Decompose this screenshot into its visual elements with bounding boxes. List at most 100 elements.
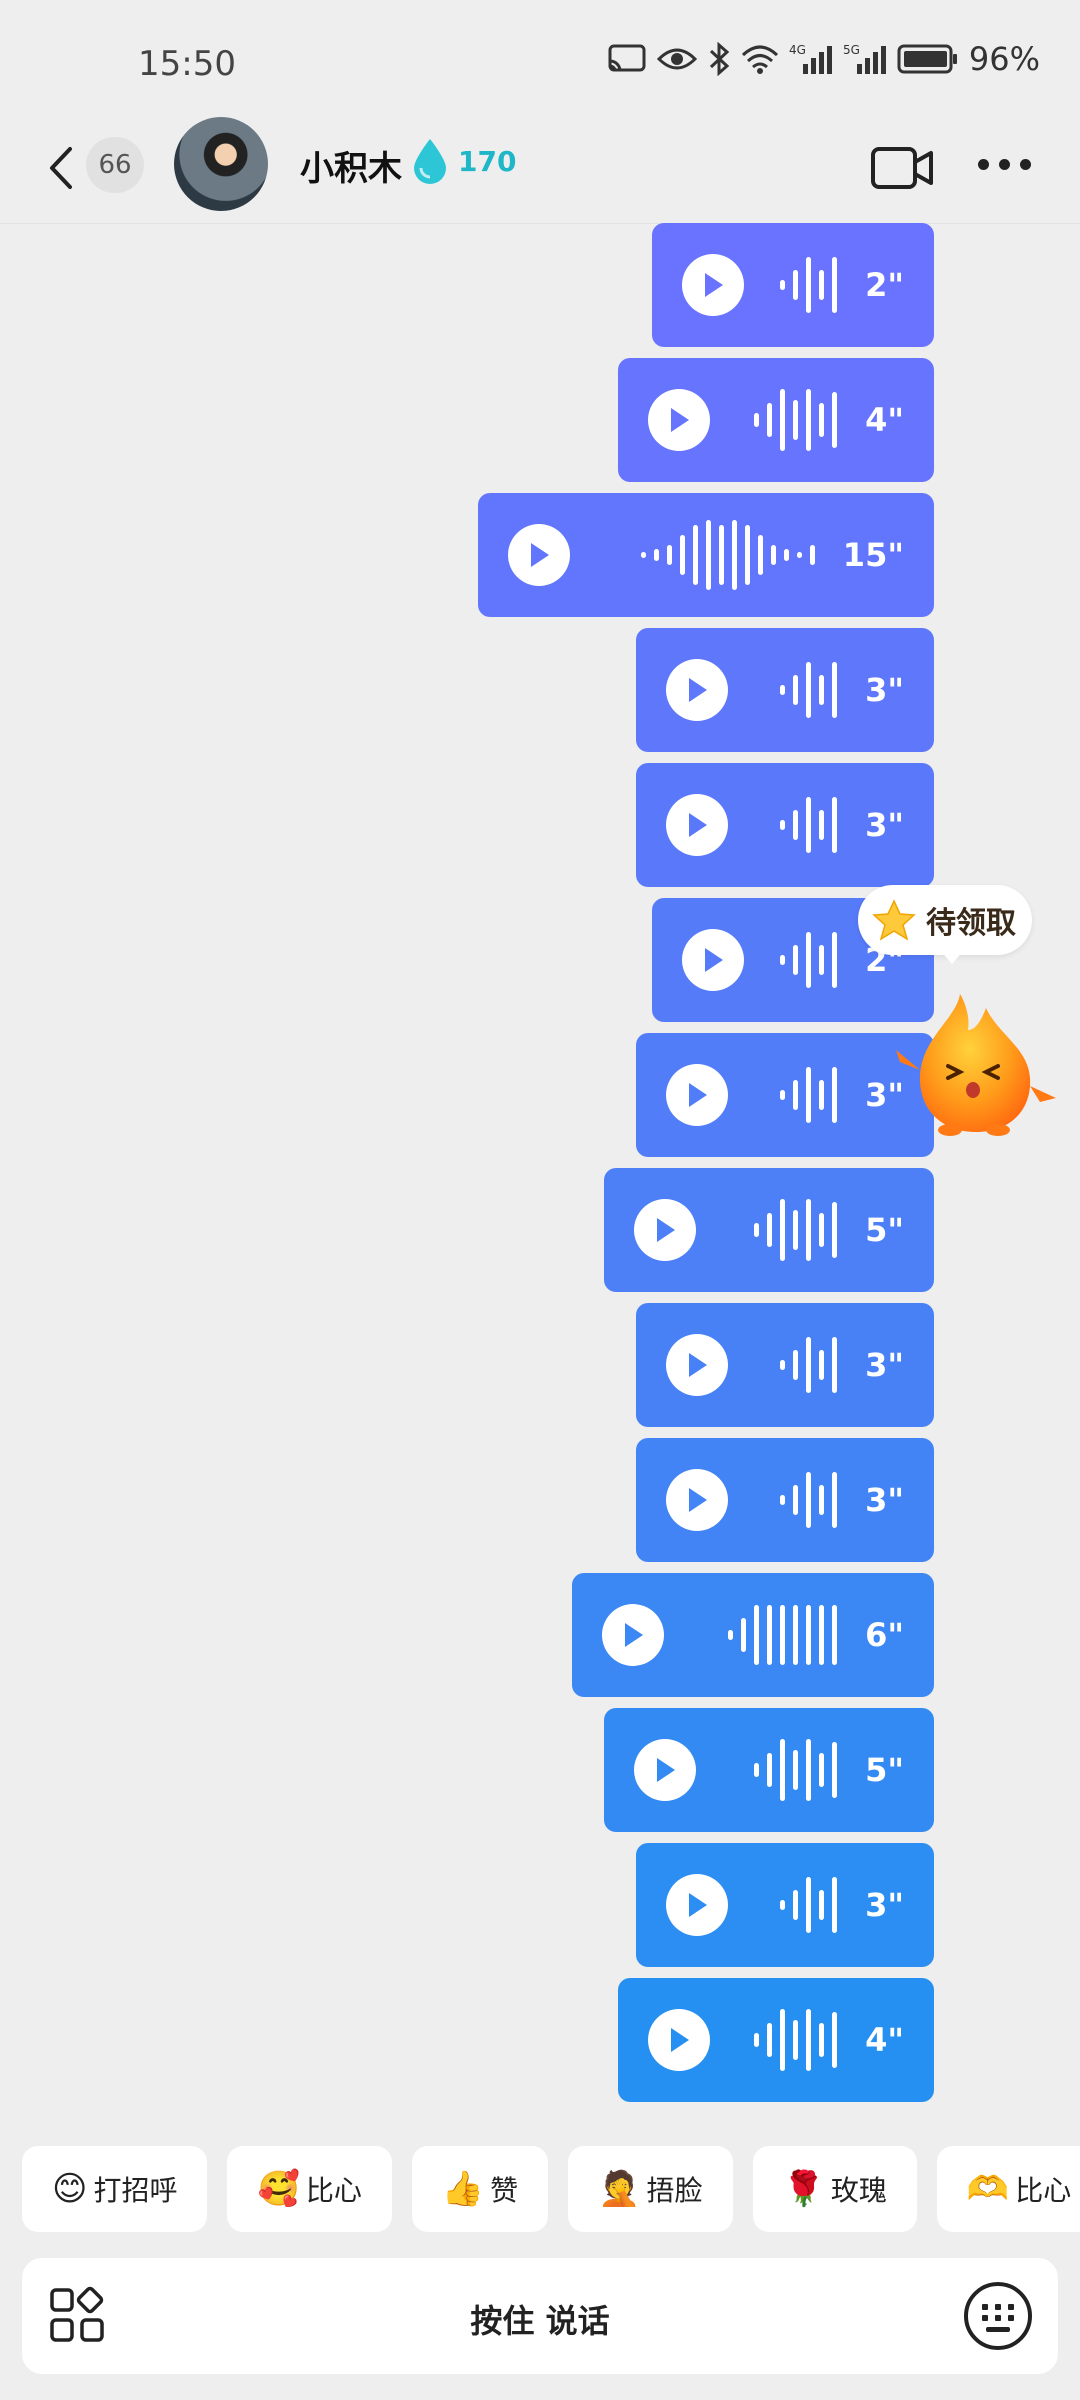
waveform xyxy=(780,797,838,853)
waveform-bar xyxy=(780,1090,786,1100)
play-button[interactable] xyxy=(634,1739,696,1801)
avatar[interactable] xyxy=(174,117,268,211)
waveform-bar xyxy=(767,1213,773,1247)
quick-reply-facepalm[interactable]: 🤦 捂脸 xyxy=(568,2146,733,2232)
quick-reply-label: 捂脸 xyxy=(646,2174,703,2207)
contact-name[interactable]: 小积木 xyxy=(300,141,402,190)
play-button[interactable] xyxy=(666,1874,728,1936)
waveform xyxy=(780,932,838,988)
play-button[interactable] xyxy=(682,929,744,991)
voice-message[interactable]: 4" xyxy=(618,1978,934,2102)
waveform-bar xyxy=(832,392,838,448)
voice-message[interactable]: 4" xyxy=(618,358,934,482)
voice-message[interactable]: 2" xyxy=(652,223,934,347)
waveform xyxy=(780,662,838,718)
play-button[interactable] xyxy=(648,389,710,451)
voice-message[interactable]: 3" xyxy=(636,628,934,752)
waveform-bar xyxy=(754,1223,760,1237)
voice-message[interactable]: 3" xyxy=(636,1843,934,1967)
play-button[interactable] xyxy=(508,524,570,586)
waveform-bar xyxy=(793,810,799,840)
emoji-icon: 🤦 xyxy=(598,2169,641,2209)
quick-reply-finger-heart[interactable]: 🫶 比心 xyxy=(936,2146,1080,2232)
play-button[interactable] xyxy=(666,1469,728,1531)
waveform-bar xyxy=(806,389,812,451)
voice-message[interactable]: 3" xyxy=(636,763,934,887)
waveform-bar xyxy=(819,1213,825,1247)
play-icon xyxy=(689,1353,707,1377)
play-icon xyxy=(625,1623,643,1647)
emoji-icon: 👍 xyxy=(441,2169,485,2209)
waveform-bar xyxy=(780,955,786,965)
waveform-bar xyxy=(832,1067,838,1123)
quick-reply-like[interactable]: 👍 赞 xyxy=(411,2146,549,2232)
waveform-bar xyxy=(741,1618,747,1652)
play-button[interactable] xyxy=(666,1334,728,1396)
voice-message[interactable]: 5" xyxy=(604,1708,934,1832)
waveform-bar xyxy=(780,1495,786,1505)
voice-duration: 4" xyxy=(865,401,904,439)
battery-icon xyxy=(897,43,959,75)
status-icons: 4G 5G 96% xyxy=(607,40,1040,78)
waveform-bar xyxy=(793,1485,799,1515)
input-bar: 按住 说话 xyxy=(22,2258,1058,2374)
emoji-icon: 🫶 xyxy=(966,2169,1010,2209)
waveform-bar xyxy=(793,1605,799,1665)
waveform-bar xyxy=(832,932,838,988)
bluetooth-icon xyxy=(707,42,731,76)
quick-reply-label: 比心 xyxy=(1015,2174,1072,2207)
unread-count-badge: 66 xyxy=(86,137,144,193)
waveform-bar xyxy=(767,2023,773,2057)
video-call-button[interactable] xyxy=(870,143,934,197)
emoji-icon: 🥰 xyxy=(257,2169,300,2209)
fire-mascot-icon[interactable] xyxy=(890,990,1060,1144)
waveform-bar xyxy=(806,932,812,988)
waveform-bar xyxy=(793,1350,799,1380)
waveform-bar xyxy=(767,1605,773,1665)
play-button[interactable] xyxy=(666,1064,728,1126)
voice-message[interactable]: 3" xyxy=(636,1438,934,1562)
play-button[interactable] xyxy=(682,254,744,316)
more-options-button[interactable] xyxy=(978,159,1031,170)
keyboard-toggle-button[interactable] xyxy=(962,2280,1034,2356)
waveform-bar xyxy=(832,1337,838,1393)
dot-icon xyxy=(1020,159,1031,170)
voice-message[interactable]: 5" xyxy=(604,1168,934,1292)
waveform-bar xyxy=(819,810,825,840)
waveform-bar xyxy=(793,1750,799,1790)
waveform-bar xyxy=(793,1890,799,1920)
waveform xyxy=(780,1877,838,1933)
waveform-bar xyxy=(728,1630,734,1640)
waveform-bar xyxy=(832,662,838,718)
quick-reply-heart[interactable]: 🥰 比心 xyxy=(227,2146,392,2232)
play-button[interactable] xyxy=(666,659,728,721)
emoji-icon: 🌹 xyxy=(782,2169,825,2209)
play-button[interactable] xyxy=(666,794,728,856)
quick-reply-rose[interactable]: 🌹 玫瑰 xyxy=(752,2146,917,2232)
waveform xyxy=(728,1605,838,1665)
play-button[interactable] xyxy=(634,1199,696,1261)
play-icon xyxy=(671,408,689,432)
voice-message[interactable]: 3" xyxy=(636,1303,934,1427)
quick-reply-greet[interactable]: 😊 打招呼 xyxy=(22,2146,208,2232)
star-icon xyxy=(872,899,916,941)
quick-reply-label: 比心 xyxy=(305,2174,362,2207)
play-icon xyxy=(689,1083,707,1107)
play-button[interactable] xyxy=(602,1604,664,1666)
voice-message[interactable]: 6" xyxy=(572,1573,934,1697)
voice-message[interactable]: 15" xyxy=(478,493,934,617)
hold-to-talk-button[interactable]: 按住 说话 xyxy=(22,2296,1058,2342)
play-icon xyxy=(689,1488,707,1512)
net1-label: 4G xyxy=(789,43,806,57)
waveform-bar xyxy=(832,1472,838,1528)
waveform-bar xyxy=(780,1605,786,1665)
play-icon xyxy=(657,1218,675,1242)
waveform-bar xyxy=(666,545,672,565)
voice-duration: 15" xyxy=(842,536,904,574)
waveform-bar xyxy=(767,403,773,437)
waveform-bar xyxy=(819,945,825,975)
waveform xyxy=(780,257,838,313)
pending-reward-badge[interactable]: 待领取 xyxy=(858,885,1032,955)
waveform-bar xyxy=(806,1739,812,1801)
play-button[interactable] xyxy=(648,2009,710,2071)
